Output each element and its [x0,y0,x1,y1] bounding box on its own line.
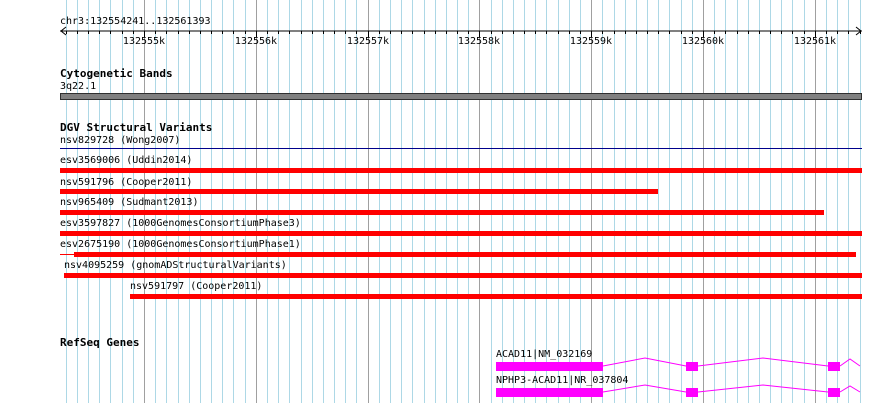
variant-feature[interactable] [74,252,856,257]
variant-label: nsv965409 (Sudmant2013) [60,197,199,208]
variant-feature[interactable] [60,210,824,215]
variant-label: esv3597827 (1000GenomesConsortiumPhase3) [60,218,301,229]
variant-label: nsv4095259 (gnomADStructuralVariants) [64,260,287,271]
variant-feature[interactable] [60,168,862,173]
track-title-dgv[interactable]: DGV Structural Variants [60,122,212,134]
variant-feature[interactable] [64,273,862,278]
cytoband-label: 3q22.1 [60,81,97,92]
variant-connector [60,254,74,255]
tick-label: 132561k [793,36,837,47]
gene-model[interactable] [0,356,890,376]
variant-feature[interactable] [60,189,658,194]
variant-feature[interactable] [60,148,862,149]
genome-browser-view[interactable]: chr3:132554241..132561393 132555k 132556… [0,0,890,403]
variant-label: nsv829728 (Wong2007) [60,135,181,146]
gene-model[interactable] [0,382,890,402]
tick-label: 132557k [346,36,390,47]
track-title-cytobands[interactable]: Cytogenetic Bands [60,68,173,80]
tick-label: 132558k [457,36,501,47]
tick-label: 132556k [234,36,278,47]
variant-feature[interactable] [130,294,862,299]
tick-label: 132559k [569,36,613,47]
variant-label: nsv591796 (Cooper2011) [60,177,193,188]
cytoband-bar[interactable] [60,93,862,100]
variant-label: nsv591797 (Cooper2011) [130,281,263,292]
tick-label: 132560k [681,36,725,47]
variant-label: esv3569006 (Uddin2014) [60,155,193,166]
track-title-refseq[interactable]: RefSeq Genes [60,337,139,349]
variant-feature[interactable] [60,231,862,236]
variant-label: esv2675190 (1000GenomesConsortiumPhase1) [60,239,301,250]
tick-label: 132555k [122,36,166,47]
